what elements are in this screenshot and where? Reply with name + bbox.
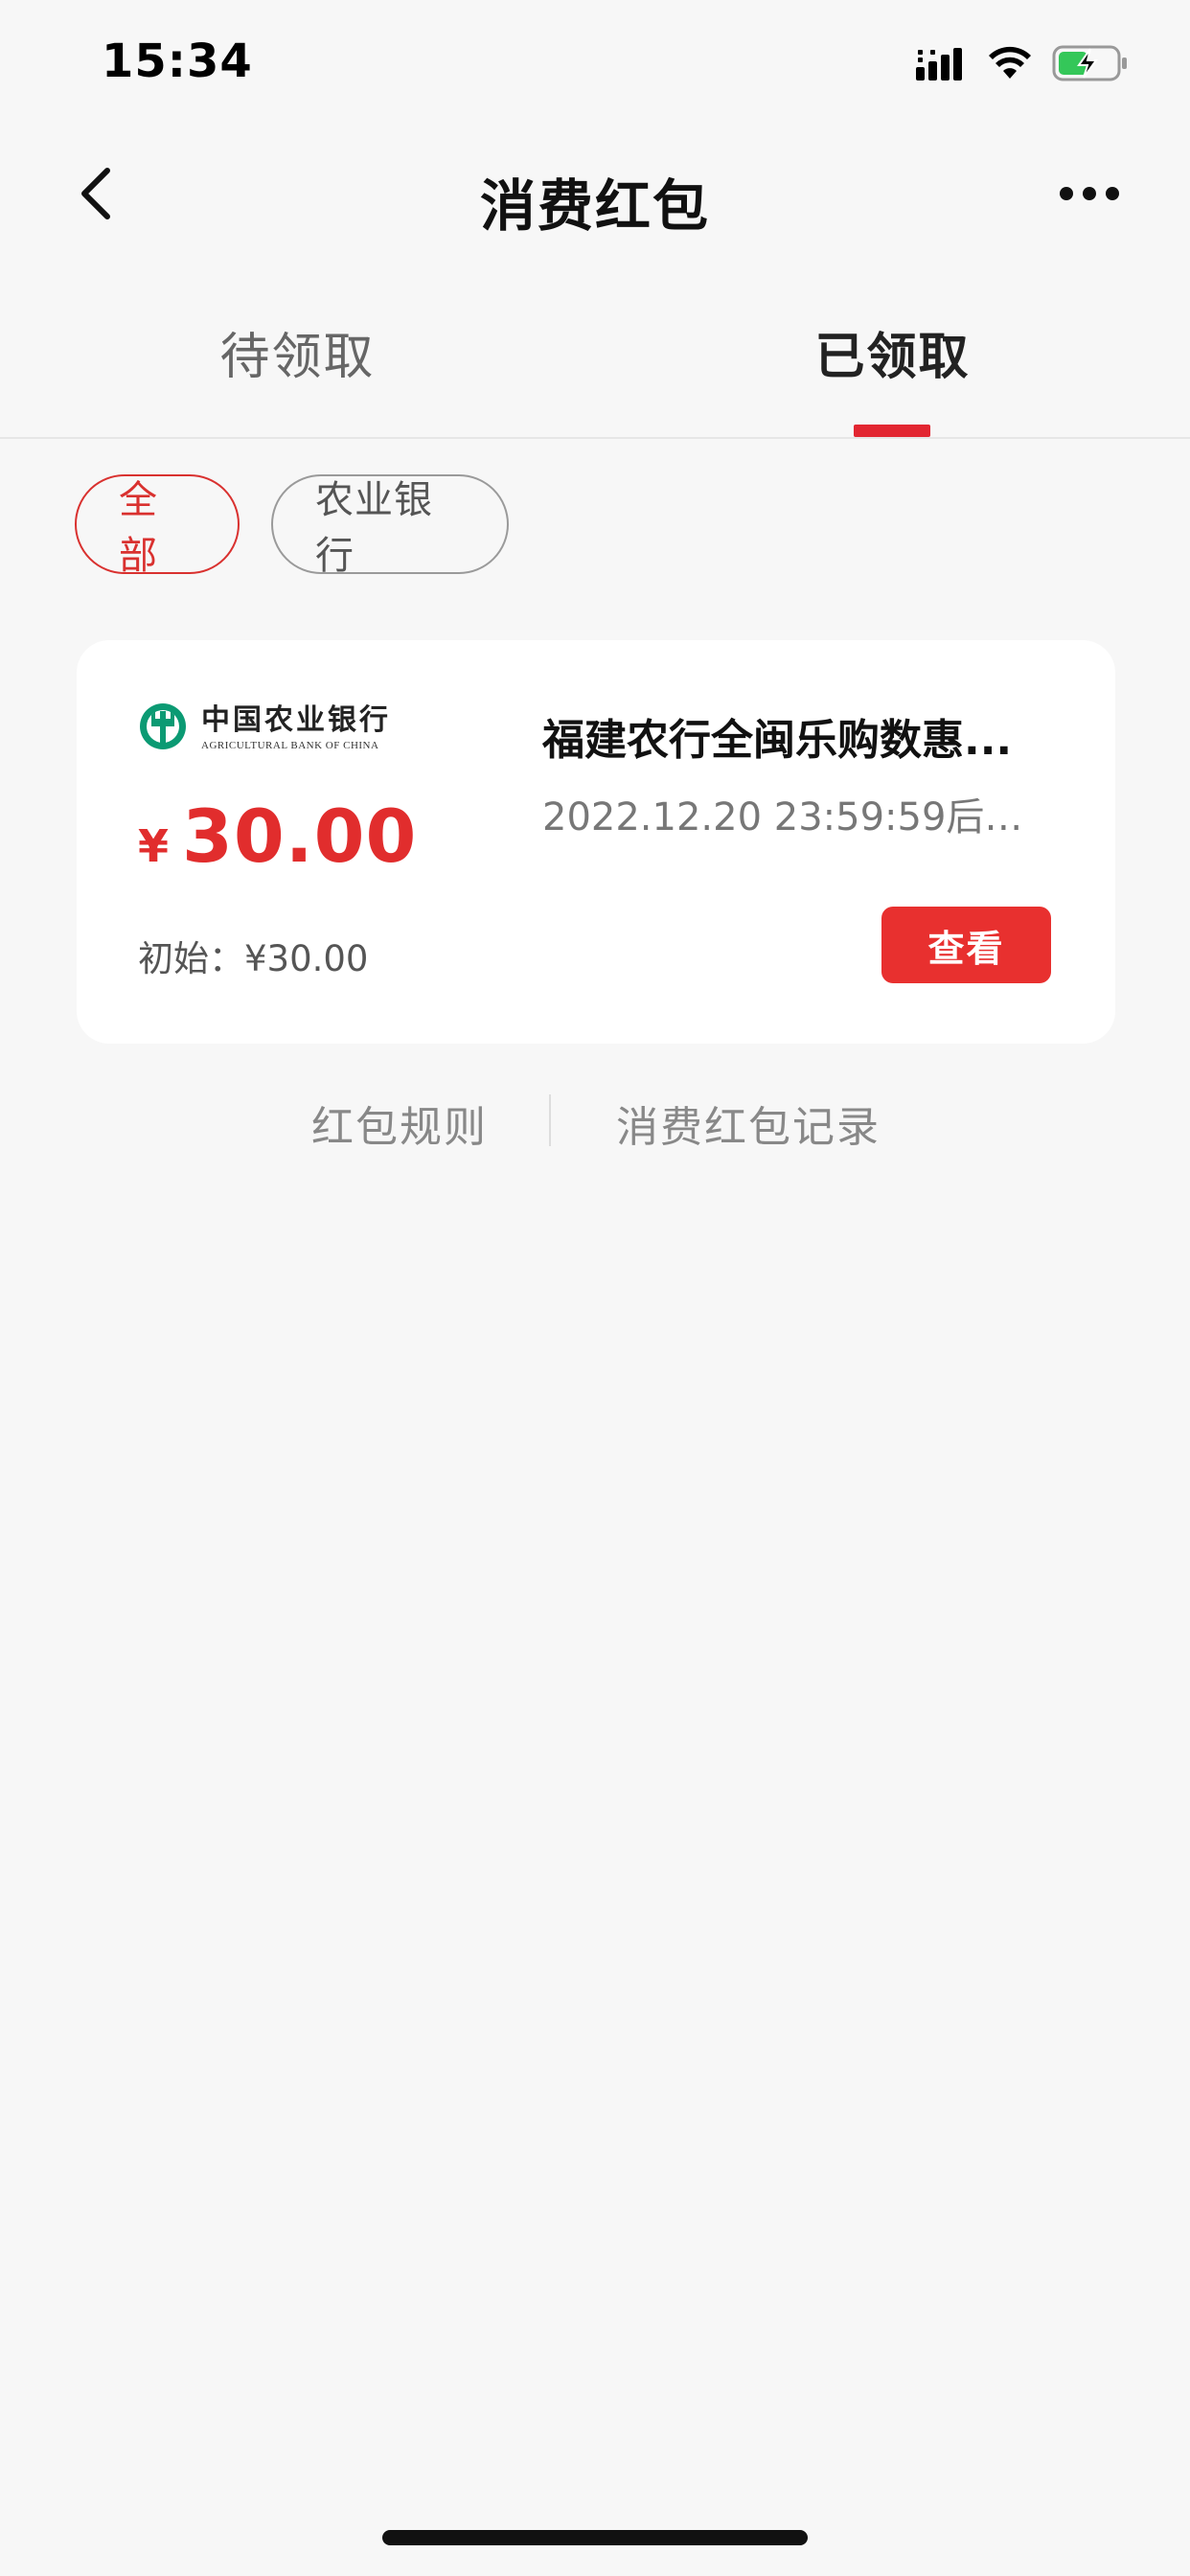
view-button[interactable]: 查看: [881, 907, 1051, 983]
wifi-icon: [987, 46, 1033, 84]
amount-value: 30.00: [182, 794, 418, 879]
status-icons: [916, 42, 1129, 88]
initial-amount: 初始：¥30.00: [138, 938, 369, 979]
amount: ¥ 30.00: [138, 794, 417, 879]
active-tab-indicator: [854, 425, 930, 437]
red-packet-rules-link[interactable]: 红包规则: [311, 1092, 488, 1154]
more-button[interactable]: [1056, 167, 1123, 224]
bank-name-en: AGRICULTURAL BANK OF CHINA: [201, 740, 379, 751]
currency-symbol: ¥: [138, 820, 170, 872]
footer-links: 红包规则 消费红包记录: [0, 1092, 1190, 1152]
status-bar: 15:34: [0, 0, 1190, 128]
red-packet-records-link[interactable]: 消费红包记录: [616, 1092, 881, 1154]
more-horizontal-icon: [1059, 186, 1120, 205]
red-packet-card[interactable]: 中国农业银行 AGRICULTURAL BANK OF CHINA ¥ 30.0…: [77, 640, 1115, 1044]
abc-bank-logo-icon: [138, 702, 188, 755]
card-title: 福建农行全闽乐购数惠...: [542, 716, 1013, 765]
tab-bar: 待领取 已领取: [0, 288, 1190, 439]
tab-received[interactable]: 已领取: [595, 316, 1190, 388]
bank-logo: 中国农业银行 AGRICULTURAL BANK OF CHINA: [138, 702, 391, 755]
card-expiry: 2022.12.20 23:59:59后过...: [542, 795, 1055, 840]
nav-bar: 消费红包: [0, 144, 1190, 249]
filter-chip-abc[interactable]: 农业银行: [271, 474, 509, 578]
filter-chips: 全部 农业银行: [75, 474, 509, 578]
page: 15:34 消费红包 待领取 已领取 全部 农业银行 中国农业银行 AGRICU…: [0, 0, 1190, 2576]
bank-name-cn: 中国农业银行: [201, 703, 391, 737]
status-time: 15:34: [102, 34, 253, 88]
battery-charging-icon: [1052, 44, 1129, 86]
home-indicator: [382, 2530, 808, 2545]
bank-logo-text: 中国农业银行 AGRICULTURAL BANK OF CHINA: [201, 704, 391, 752]
footer-divider: [549, 1094, 551, 1146]
filter-chip-all[interactable]: 全部: [75, 474, 240, 578]
tab-pending[interactable]: 待领取: [0, 316, 595, 388]
page-title: 消费红包: [479, 173, 710, 239]
cellular-signal-icon: [916, 46, 968, 84]
